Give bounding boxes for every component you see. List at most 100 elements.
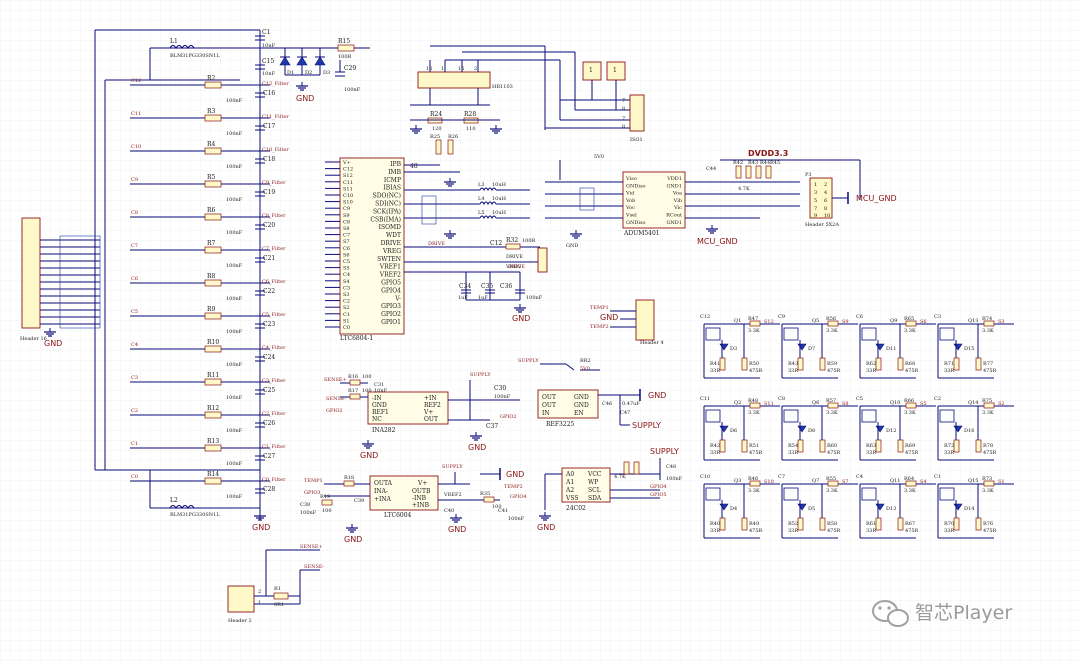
ic-pin-label: ISOMD [379,224,402,231]
ic-pin-label: S4 [343,279,350,285]
svg-text:OUTA: OUTA [374,480,393,487]
svg-text:C35: C35 [481,283,493,290]
balance-d-ref: D13 [886,506,896,512]
balance-r3 [819,517,826,531]
balance-r3 [741,439,748,453]
balance-cap-ref: C2 [934,396,941,402]
svg-text:C15: C15 [262,58,274,65]
svg-text:A0: A0 [565,471,574,478]
svg-text:R16: R16 [348,374,358,380]
ic-pin-label: S5 [343,266,350,272]
svg-text:R12: R12 [207,405,219,412]
svg-text:C6_Filter: C6_Filter [262,279,286,285]
balance-q-ref: Q11 [890,478,900,484]
ic-pin-label: VREG [382,248,401,255]
svg-text:R35: R35 [480,491,490,497]
balance-r1-ref: R74 [982,316,992,322]
balance-s-net: S9 [842,319,849,325]
svg-text:C30: C30 [494,385,506,392]
balance-cap-ref: C6 [856,314,863,320]
svg-text:100R: 100R [522,238,536,244]
svg-text:Header 16: Header 16 [20,336,47,342]
svg-text:LTC6804-1: LTC6804-1 [340,335,373,342]
svg-text:R42: R42 [733,160,743,166]
balance-r1-value: 3.3K [982,488,994,494]
ic-pin-label: S11 [343,186,353,192]
ic-pin-label: GPIO1 [381,319,401,326]
svg-text:SCL: SCL [588,487,601,494]
svg-text:-INB: -INB [412,495,427,502]
balance-q-ref: Q9 [890,318,897,324]
balance-r3-value: 475R [905,450,919,456]
svg-text:0.47uF: 0.47uF [622,401,640,407]
balance-r1-value: 3.3K [904,410,916,416]
balance-cap-ref: C7 [778,474,785,480]
svg-text:16: 16 [426,66,432,72]
balance-r2-value: 33R [866,368,876,374]
svg-text:15: 15 [458,66,464,72]
balance-r2 [875,357,882,371]
svg-text:100nF: 100nF [344,87,361,93]
balance-s-net: S1 [998,479,1005,485]
svg-text:C12: C12 [131,78,141,84]
balance-r1-ref: R46 [748,476,758,482]
svg-text:C2: C2 [131,408,138,414]
balance-r3 [897,439,904,453]
balance-r2-ref: R72 [944,443,954,449]
ic-pin-label: C7 [343,233,350,239]
svg-text:100nF: 100nF [226,428,243,434]
svg-text:4: 4 [824,190,827,196]
svg-text:C5: C5 [131,309,138,315]
svg-text:C10_Filter: C10_Filter [262,147,289,153]
svg-text:C7: C7 [131,243,138,249]
balance-r1-ref: R65 [904,316,914,322]
ic-pin-label: S2 [343,305,350,311]
svg-text:BLM31PG330SN1L: BLM31PG330SN1L [170,512,220,518]
ic-pin-label: SWTEN [377,256,401,263]
svg-text:C8: C8 [131,210,138,216]
svg-text:C20: C20 [263,222,275,229]
svg-text:GND: GND [574,402,589,409]
balance-cap-ref: C8 [778,396,785,402]
svg-text:LTC6004: LTC6004 [384,512,412,519]
ic-pin-label: C6 [343,246,350,252]
balance-r3-ref: R58 [827,521,837,527]
svg-text:L3: L3 [478,182,485,188]
svg-text:C21: C21 [263,255,275,262]
balance-r2-ref: R61 [866,521,876,527]
iso-pin-label: GNDiso [626,220,646,226]
svg-text:C3_Filter: C3_Filter [262,378,286,384]
balance-s-net: S5 [920,401,927,407]
svg-text:R45: R45 [770,160,780,166]
svg-text:C7_Filter: C7_Filter [262,246,286,252]
svg-text:2: 2 [474,66,477,72]
svg-text:C18: C18 [263,156,275,163]
svg-text:GND: GND [648,391,666,400]
ic-pin-label: SCK(IPA) [373,208,401,215]
svg-text:C0: C0 [131,474,138,480]
svg-text:C25: C25 [263,387,275,394]
svg-text:C26: C26 [263,420,275,427]
iso-pin-label: Vid [625,191,635,197]
ic-pin-label: GPIO4 [381,287,401,294]
svg-text:SUPPLY: SUPPLY [470,372,491,378]
svg-text:100: 100 [362,388,372,394]
svg-text:GPIO5: GPIO5 [650,492,667,498]
svg-text:Header 4: Header 4 [640,340,664,346]
svg-text:8: 8 [622,106,625,112]
svg-text:SENSE+: SENSE+ [300,544,323,550]
balance-r2-ref: R71 [944,361,954,367]
balance-r1-value: 3.3K [748,488,760,494]
ic-pin-label: VREF2 [379,272,401,279]
balance-d-ref: D7 [808,346,815,352]
svg-text:C0_Filter: C0_Filter [262,477,286,483]
svg-text:IN: IN [542,410,550,417]
balance-r3-ref: R60 [827,443,837,449]
schematic-canvas: L1 BLM31PG330SN1L L2 BLM31PG330SN1L C1 1… [0,0,1080,661]
svg-text:100nF: 100nF [226,296,243,302]
balance-r3-ref: R78 [983,443,993,449]
svg-text:8: 8 [824,206,827,212]
balance-cap-ref: C12 [700,314,710,320]
svg-text:R6: R6 [207,207,216,214]
balance-r1-ref: R48 [748,398,758,404]
